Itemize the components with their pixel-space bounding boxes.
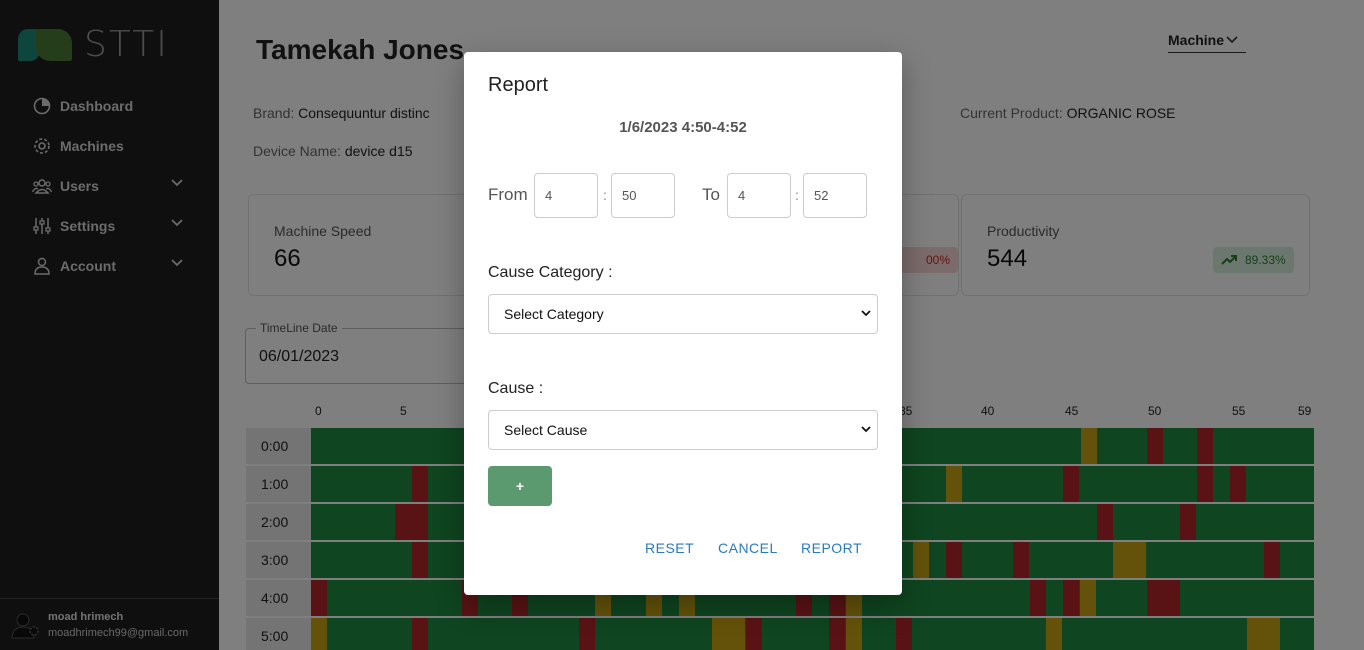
select-value: Select Cause [504,422,588,438]
dialog-subtitle: 1/6/2023 4:50-4:52 [619,119,747,136]
report-button[interactable]: REPORT [801,540,862,556]
reset-button[interactable]: RESET [645,540,694,556]
cause-select[interactable]: Select Cause [488,410,878,450]
cause-category-select[interactable]: Select Category [488,294,878,334]
dialog-title: Report [488,74,549,96]
time-separator: : [603,187,607,203]
from-hour-input[interactable] [534,173,598,218]
cause-label: Cause : [488,380,544,397]
from-minute-input[interactable] [611,173,675,218]
report-dialog: Report 1/6/2023 4:50-4:52 From : To : Ca… [464,52,902,595]
select-value: Select Category [504,306,604,322]
time-separator: : [795,187,799,203]
add-button[interactable]: + [488,466,552,506]
chevron-down-icon [861,310,871,317]
from-label: From [488,185,528,204]
to-label: To [702,185,720,204]
cancel-button[interactable]: CANCEL [718,540,778,556]
chevron-down-icon [861,426,871,433]
cause-category-label: Cause Category : [488,264,613,281]
to-minute-input[interactable] [803,173,867,218]
to-hour-input[interactable] [727,173,791,218]
